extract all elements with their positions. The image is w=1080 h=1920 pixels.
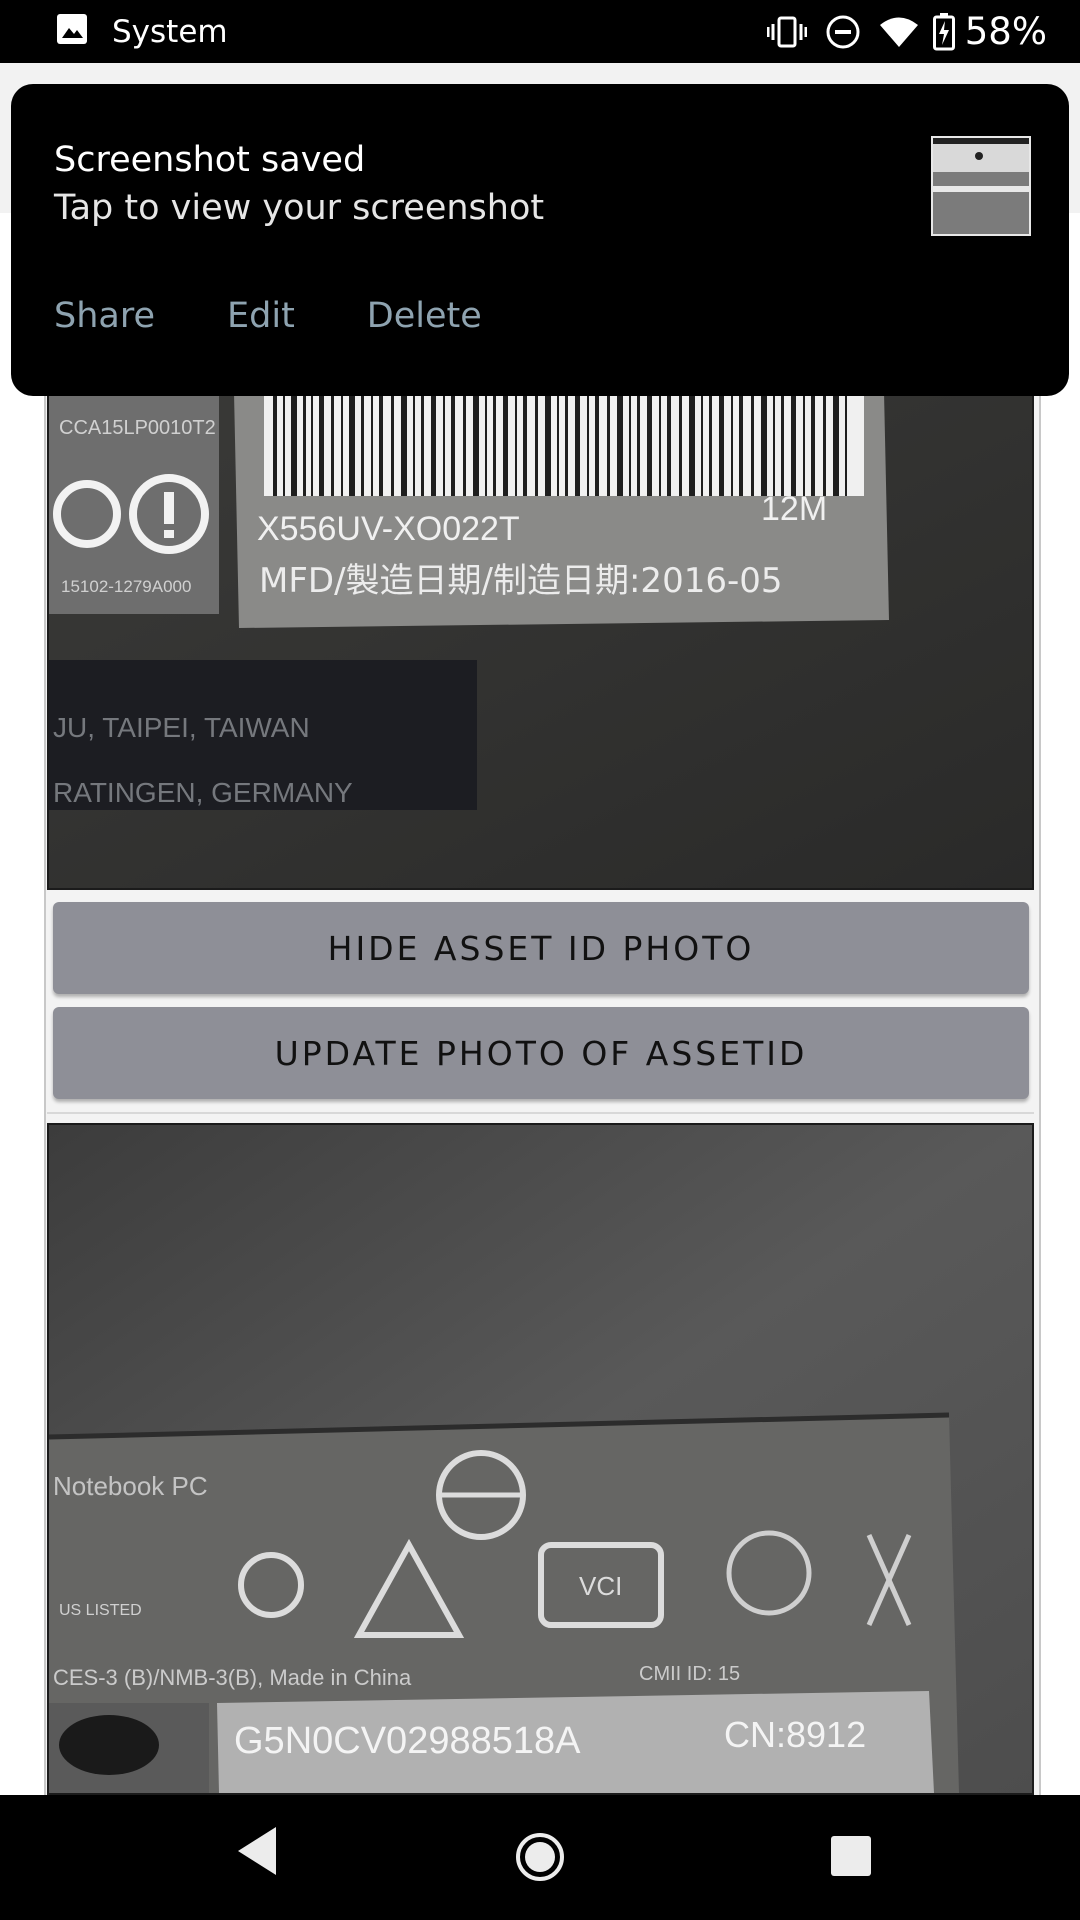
photo2-ul-text: US LISTED (59, 1602, 142, 1619)
notification-text[interactable]: Tap to view your screenshot (54, 188, 544, 228)
notification-actions: Share Edit Delete (54, 296, 554, 336)
photo2-notebook-text: Notebook PC (53, 1471, 208, 1501)
notification-title: Screenshot saved (54, 140, 366, 180)
home-icon[interactable] (514, 1831, 566, 1888)
navigation-bar (0, 1795, 1080, 1920)
photo1-batch-text: 15102-1279A000 (61, 577, 191, 596)
hide-asset-id-photo-button[interactable]: HIDE ASSET ID PHOTO (53, 902, 1029, 994)
image-icon (54, 11, 90, 52)
photo1-code-text: CCA15LP0010T2 (59, 417, 216, 439)
photo1-model-text: X556UV-XO022T (257, 510, 520, 548)
photo1-ratingen-text: RATINGEN, GERMANY (53, 777, 353, 808)
divider (47, 1112, 1034, 1122)
battery-percent: 58% (964, 10, 1047, 53)
share-action-button[interactable]: Share (54, 296, 155, 336)
photo2-serial-text: G5N0CV02988518A (234, 1720, 581, 1762)
vibrate-icon (766, 15, 807, 49)
photo1-mfd-text: MFD/製造日期/制造日期:2016-05 (259, 561, 783, 601)
asset-id-photo: CCA15LP0010T2 15102-1279A000 X556UV-XO02… (47, 390, 1034, 890)
status-title: System (112, 13, 228, 50)
edit-action-button[interactable]: Edit (227, 296, 295, 336)
recents-icon[interactable] (830, 1835, 872, 1882)
photo1-taipei-text: JU, TAIPEI, TAIWAN (53, 712, 310, 743)
delete-action-button[interactable]: Delete (367, 296, 482, 336)
notebook-label-photo: Notebook PC VCI US LISTED CES-3 (B)/NMB-… (47, 1123, 1034, 1795)
wifi-icon (879, 16, 919, 48)
do-not-disturb-icon (825, 14, 861, 50)
status-left: System (54, 11, 228, 52)
status-bar: System 58% (0, 0, 1080, 63)
photo1-suffix-text: 12M (761, 490, 827, 528)
back-icon[interactable] (236, 1825, 276, 1882)
screenshot-notification[interactable]: Screenshot saved Tap to view your screen… (11, 84, 1069, 396)
photo2-made-in-text: CES-3 (B)/NMB-3(B), Made in China (53, 1665, 412, 1690)
battery-charging-icon (932, 12, 955, 51)
update-asset-photo-button[interactable]: UPDATE PHOTO OF ASSETID (53, 1007, 1029, 1099)
photo2-cn-text: CN:8912 (724, 1714, 866, 1755)
screenshot-thumbnail[interactable] (931, 136, 1031, 236)
photo2-cmii-text: CMII ID: 15 (639, 1663, 740, 1685)
svg-text:VCI: VCI (579, 1571, 622, 1601)
status-icons: 58% (766, 10, 1047, 53)
